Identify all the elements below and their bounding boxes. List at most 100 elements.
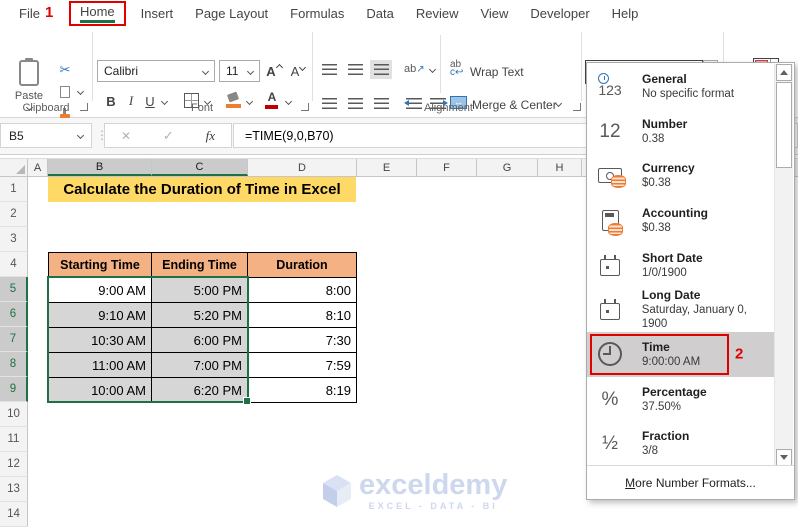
name-box[interactable]: B5 <box>0 123 92 148</box>
format-sample: 3/8 <box>642 445 658 458</box>
ribbon-tab[interactable]: Home <box>68 1 126 26</box>
name-box-value: B5 <box>9 128 24 143</box>
ribbon-tab[interactable]: View <box>469 2 519 25</box>
row-header[interactable]: 6 <box>0 302 28 327</box>
format-option[interactable]: ½ Fraction 3/8 <box>587 421 775 466</box>
ribbon-tab[interactable]: Help <box>601 2 650 25</box>
format-option[interactable]: Time 9:00:00 AM 2 <box>587 332 775 377</box>
scroll-up-button[interactable] <box>776 64 792 81</box>
cancel-icon[interactable] <box>121 127 131 145</box>
copy-chevron-icon[interactable] <box>76 87 85 96</box>
format-sample: 1/0/1900 <box>642 266 687 279</box>
row-header-label: 4 <box>10 258 17 270</box>
format-option[interactable]: Long Date Saturday, January 0, 1900 <box>587 287 775 332</box>
column-header[interactable]: A <box>28 159 48 176</box>
ribbon-tab-bar: 1 File Home Insert Page Layout Formulas … <box>0 0 798 27</box>
row-header[interactable]: 8 <box>0 352 28 377</box>
top-align-icon[interactable] <box>322 64 337 75</box>
scrollbar-thumb[interactable] <box>776 82 792 168</box>
row-header[interactable]: 5 <box>0 277 28 302</box>
format-icon-zone <box>587 168 633 189</box>
row-header[interactable]: 10 <box>0 402 28 427</box>
column-header[interactable]: F <box>417 159 477 176</box>
alignment-dialog-launcher[interactable] <box>573 103 581 111</box>
ribbon-tab[interactable]: Formulas <box>279 2 355 25</box>
column-header[interactable]: E <box>357 159 417 176</box>
row-header[interactable]: 13 <box>0 477 28 502</box>
table-cell[interactable]: 7:00 PM <box>152 353 248 378</box>
format-option[interactable]: Currency $0.38 <box>587 153 775 198</box>
bottom-align-icon[interactable] <box>374 64 389 75</box>
paste-button[interactable]: Paste <box>8 58 50 124</box>
row-header[interactable]: 11 <box>0 427 28 452</box>
decrease-font-button[interactable]: A <box>288 62 308 80</box>
column-header[interactable]: G <box>477 159 538 176</box>
table-cell[interactable]: 5:20 PM <box>152 303 248 328</box>
table-cell[interactable]: 10:00 AM <box>49 378 152 403</box>
row-header[interactable]: 3 <box>0 227 28 252</box>
row-header[interactable]: 1 <box>0 177 28 202</box>
table-cell[interactable]: 8:10 <box>248 303 357 328</box>
table-cell[interactable]: 5:00 PM <box>152 278 248 303</box>
more-number-formats-item[interactable]: More Number Formats... <box>587 465 794 499</box>
table-cell[interactable]: 10:30 AM <box>49 328 152 353</box>
orientation-button[interactable]: ab <box>404 63 425 75</box>
sheet-title-cell[interactable]: Calculate the Duration of Time in Excel <box>48 177 356 202</box>
enter-icon[interactable] <box>163 127 174 145</box>
row-header[interactable]: 14 <box>0 502 28 527</box>
insert-function-button[interactable]: fx <box>206 128 215 144</box>
row-header[interactable]: 9 <box>0 377 28 402</box>
column-header[interactable]: H <box>538 159 582 176</box>
middle-align-icon[interactable] <box>348 64 363 75</box>
table-header-cell[interactable]: Ending Time <box>152 253 248 278</box>
annotation-step-1: 1 <box>45 4 54 21</box>
row-header[interactable]: 12 <box>0 452 28 477</box>
short-date-icon <box>600 254 620 276</box>
dropdown-scrollbar[interactable] <box>774 64 793 466</box>
table-cell[interactable]: 9:00 AM <box>49 278 152 303</box>
percentage-icon: % <box>601 388 619 410</box>
table-cell[interactable]: 6:20 PM <box>152 378 248 403</box>
orientation-chevron-icon[interactable] <box>428 65 437 74</box>
ribbon-tab[interactable]: Data <box>355 2 404 25</box>
table-header-cell[interactable]: Duration <box>248 253 357 278</box>
more-number-formats-label: More Number Formats... <box>625 475 756 490</box>
font-name-combo[interactable]: Calibri <box>97 60 215 82</box>
column-header-label: D <box>298 161 306 174</box>
copy-button[interactable] <box>55 82 75 101</box>
column-header[interactable]: C <box>152 159 248 176</box>
clipboard-dialog-launcher[interactable] <box>80 103 88 111</box>
table-cell[interactable]: 11:00 AM <box>49 353 152 378</box>
row-header[interactable]: 2 <box>0 202 28 227</box>
ribbon-tab[interactable]: Review <box>405 2 470 25</box>
font-size-combo[interactable]: 11 <box>219 60 260 82</box>
format-option[interactable]: 123 General No specific format <box>587 64 775 109</box>
table-cell[interactable]: 9:10 AM <box>49 303 152 328</box>
table-cell[interactable]: 7:59 <box>248 353 357 378</box>
column-header[interactable]: D <box>248 159 357 176</box>
cut-button[interactable] <box>55 61 75 79</box>
ribbon-tab[interactable]: Insert <box>130 2 185 25</box>
scroll-down-button[interactable] <box>776 449 792 466</box>
format-option[interactable]: Short Date 1/0/1900 <box>587 243 775 288</box>
format-option[interactable]: % Percentage 37.50% <box>587 377 775 422</box>
row-header[interactable]: 4 <box>0 252 28 277</box>
table-row: 11:00 AM 7:00 PM 7:59 <box>49 353 357 378</box>
row-header[interactable]: 7 <box>0 327 28 352</box>
table-cell[interactable]: 8:00 <box>248 278 357 303</box>
increase-font-button[interactable]: A <box>263 62 285 80</box>
table-cell[interactable]: 6:00 PM <box>152 328 248 353</box>
table-header-cell[interactable]: Starting Time <box>49 253 152 278</box>
font-dialog-launcher[interactable] <box>301 103 309 111</box>
select-all-corner[interactable] <box>0 159 28 176</box>
format-option[interactable]: Accounting $0.38 <box>587 198 775 243</box>
table-cell[interactable]: 8:19 <box>248 378 357 403</box>
wrap-text-button[interactable]: Wrap Text <box>470 65 524 79</box>
table-cell[interactable]: 7:30 <box>248 328 357 353</box>
ribbon-tab[interactable]: Page Layout <box>184 2 279 25</box>
ribbon-tab[interactable]: Developer <box>519 2 600 25</box>
column-header[interactable]: B <box>48 159 152 176</box>
format-option[interactable]: 12 Number 0.38 <box>587 109 775 154</box>
table-body: 9:00 AM 5:00 PM 8:00 9:10 AM 5:20 PM 8:1… <box>49 278 357 403</box>
ribbon-tab-label: Insert <box>140 6 174 21</box>
